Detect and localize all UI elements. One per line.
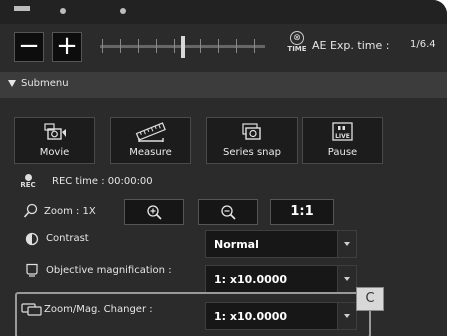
- zoom-out-button[interactable]: [198, 199, 258, 225]
- exposure-increase-button[interactable]: +: [52, 32, 82, 62]
- zoom-one-to-one-button[interactable]: 1:1: [270, 199, 334, 225]
- zoom-in-icon: [147, 205, 162, 220]
- movie-button[interactable]: Movie: [14, 117, 95, 164]
- objective-magnification-label: Objective magnification :: [46, 265, 172, 276]
- series-snap-button[interactable]: Series snap: [206, 117, 298, 164]
- rec-time-readout: REC time : 00:00:00: [52, 176, 153, 187]
- rec-icon-label: REC: [20, 181, 36, 189]
- contrast-label: Contrast: [46, 233, 89, 244]
- contrast-icon: [25, 232, 39, 246]
- objective-magnification-value: 1: x10.0000: [214, 273, 288, 286]
- measure-button-label: Measure: [129, 147, 172, 158]
- title-strip: [0, 0, 447, 24]
- ruler-icon: [135, 122, 166, 142]
- time-icon-label: TIME: [287, 45, 307, 53]
- slider-tick: [200, 39, 201, 53]
- submenu-header[interactable]: Submenu: [0, 72, 447, 98]
- chevron-down-icon[interactable]: [337, 266, 356, 292]
- ae-time-icon: ⊗ TIME: [287, 31, 307, 53]
- slider-tick: [218, 39, 219, 53]
- contrast-dropdown[interactable]: Normal: [205, 230, 357, 258]
- zoom-level-label: Zoom : 1X: [44, 206, 96, 217]
- rec-icon: REC: [18, 174, 38, 190]
- movie-button-label: Movie: [39, 147, 70, 158]
- panel-grip-icon: [14, 6, 30, 11]
- live-badge: LIVE: [335, 133, 350, 140]
- panel-dot-icon: [60, 8, 66, 14]
- zoom-magnifier-icon: [23, 203, 38, 218]
- objective-magnification-dropdown[interactable]: 1: x10.0000: [205, 265, 357, 293]
- exposure-slider[interactable]: [100, 36, 265, 58]
- slider-tick: [254, 39, 255, 53]
- pause-button-label: Pause: [327, 147, 358, 158]
- series-camera-icon: [242, 123, 261, 140]
- movie-camera-icon: [44, 123, 66, 140]
- pause-button[interactable]: LIVE Pause: [302, 117, 383, 164]
- submenu-label: Submenu: [21, 78, 69, 89]
- series-snap-button-label: Series snap: [223, 147, 281, 158]
- slider-tick: [156, 39, 157, 53]
- exposure-decrease-button[interactable]: −: [14, 32, 44, 62]
- live-pause-icon: LIVE: [332, 122, 353, 141]
- ae-exposure-label: AE Exp. time :: [312, 39, 390, 52]
- highlight-frame: [15, 292, 371, 336]
- control-panel: − + ⊗ TIME AE Exp. time : 1/6.4 Submenu …: [0, 0, 447, 336]
- panel-dot-icon: [120, 8, 126, 14]
- slider-tick: [102, 39, 103, 53]
- measure-button[interactable]: Measure: [110, 117, 191, 164]
- ae-exposure-value: 1/6.4: [410, 39, 436, 50]
- slider-thumb[interactable]: [181, 36, 185, 58]
- slider-tick: [120, 39, 121, 53]
- slider-tick: [236, 39, 237, 53]
- slider-tick: [174, 39, 175, 53]
- zoom-out-icon: [221, 205, 236, 220]
- objective-icon: [26, 263, 38, 277]
- collapse-triangle-icon: [8, 80, 16, 87]
- zoom-in-button[interactable]: [124, 199, 184, 225]
- contrast-value: Normal: [214, 238, 259, 251]
- chevron-down-icon[interactable]: [337, 231, 356, 257]
- callout-label: C: [356, 287, 384, 311]
- slider-tick: [138, 39, 139, 53]
